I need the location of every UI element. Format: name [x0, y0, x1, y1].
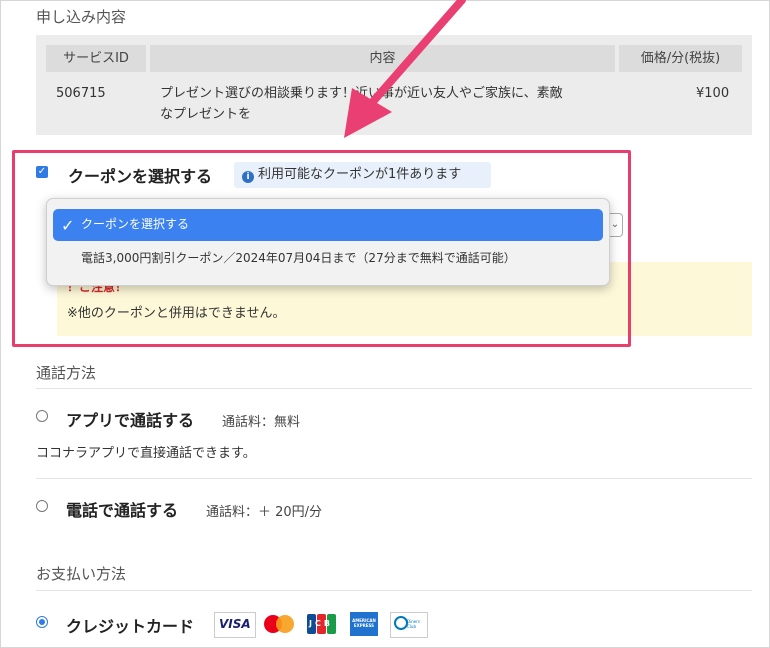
radio-app-call[interactable]	[36, 410, 48, 422]
coupon-highlight-frame	[12, 150, 631, 347]
jcb-text: JCB	[309, 619, 333, 628]
diners-text: Diners Club	[407, 619, 420, 629]
app-call-label[interactable]: アプリで通話する	[66, 407, 194, 431]
amex-card-icon: AMERICAN EXPRESS	[350, 612, 378, 636]
diners-card-icon: Diners Club	[390, 612, 428, 638]
phone-call-fee: 通話料：＋ 20円/分	[206, 505, 323, 520]
service-price: ¥100	[696, 86, 730, 101]
table-header-service-id: サービスID	[46, 45, 146, 72]
payment-title: お支払い方法	[36, 565, 127, 583]
mastercard-icon	[262, 612, 296, 636]
arrow-head	[344, 88, 392, 138]
app-call-fee: 通話料：無料	[222, 415, 301, 430]
jcb-card-icon: JCB	[306, 612, 338, 636]
arrow-shaft	[366, 0, 466, 109]
application-section-title: 申し込み内容	[36, 8, 127, 26]
call-method-title: 通話方法	[36, 364, 97, 382]
divider	[36, 478, 752, 479]
service-id-value: 506715	[56, 86, 106, 101]
annotation-arrow	[344, 0, 466, 138]
app-call-description: ココナラアプリで直接通話できます。	[36, 446, 256, 461]
phone-call-label[interactable]: 電話で通話する	[66, 497, 178, 521]
credit-card-label[interactable]: クレジットカード	[66, 613, 194, 637]
radio-phone-call[interactable]	[36, 500, 48, 512]
amex-text: AMERICAN EXPRESS	[352, 618, 376, 628]
visa-card-icon: VISA	[214, 612, 256, 638]
radio-credit-card[interactable]	[36, 616, 48, 628]
divider	[36, 388, 752, 389]
visa-text: VISA	[219, 617, 251, 631]
table-header-price: 価格/分(税抜)	[619, 45, 742, 72]
divider	[36, 590, 752, 591]
